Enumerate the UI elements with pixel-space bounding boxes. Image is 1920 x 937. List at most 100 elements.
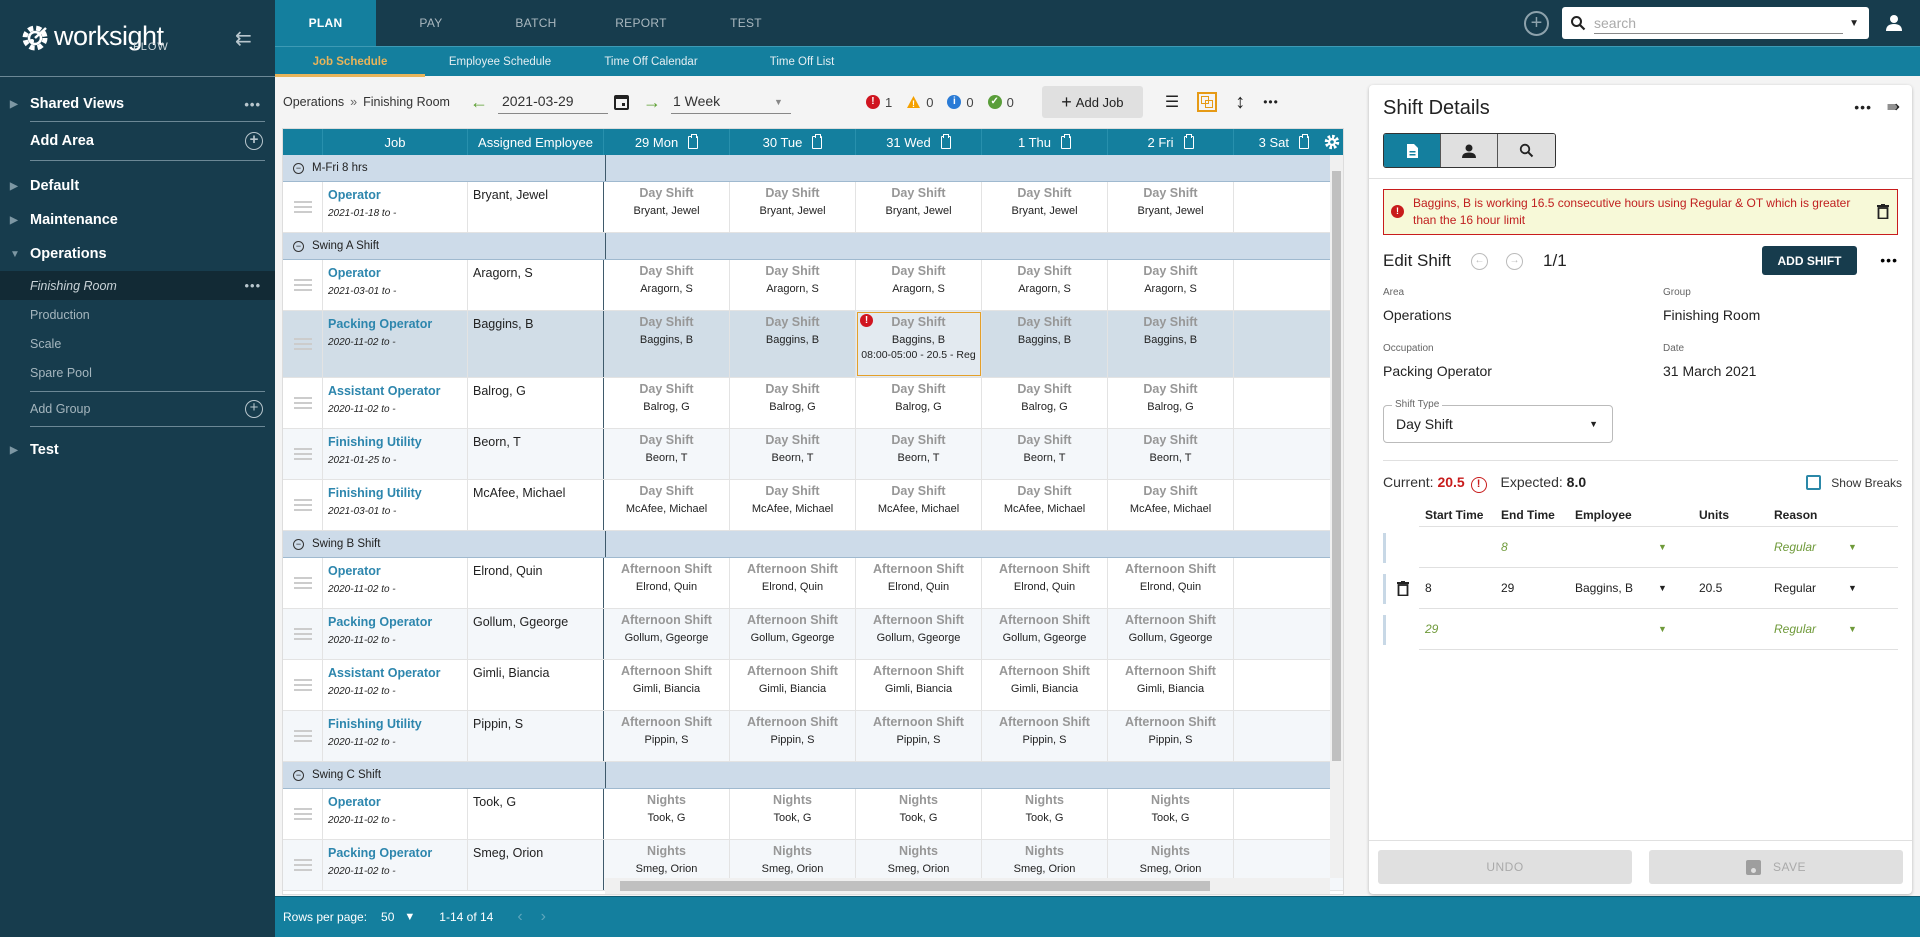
scroll-thumb[interactable] — [620, 881, 1210, 891]
header-day[interactable]: 30 Tue — [730, 129, 856, 155]
employee-cell[interactable]: Beorn, T — [468, 429, 604, 479]
header-day[interactable]: 31 Wed — [856, 129, 982, 155]
breadcrumb-item[interactable]: Operations — [283, 95, 344, 109]
header-job[interactable]: Job — [323, 129, 468, 155]
shift-cell-empty[interactable] — [1234, 378, 1339, 428]
shift-cell[interactable]: Day Shift Beorn, T — [1108, 429, 1234, 479]
job-cell[interactable]: Assistant Operator 2020-11-02 to - — [323, 378, 468, 428]
table-row[interactable]: Assistant Operator 2020-11-02 to - Balrog,… — [283, 378, 1343, 429]
tab-plan[interactable]: PLAN — [275, 0, 376, 46]
shift-cell[interactable]: Day Shift Aragorn, S — [1108, 260, 1234, 310]
prev-shift-icon[interactable]: ← — [1471, 252, 1489, 270]
vertical-scrollbar[interactable] — [1330, 155, 1343, 878]
employee-cell[interactable]: Gimli, Biancia — [468, 660, 604, 710]
tab-report[interactable]: REPORT — [591, 0, 691, 46]
job-cell[interactable]: Finishing Utility 2021-01-25 to - — [323, 429, 468, 479]
table-row[interactable]: Operator 2020-11-02 to - Elrond, Quin After… — [283, 558, 1343, 609]
shift-cell-empty[interactable] — [1234, 260, 1339, 310]
shift-cell-empty[interactable] — [1234, 182, 1339, 232]
group-header-row[interactable]: − Swing C Shift — [283, 762, 1343, 789]
add-shift-button[interactable]: ADD SHIFT — [1762, 246, 1857, 275]
shift-cell-empty[interactable] — [1234, 711, 1339, 761]
collapse-group-icon[interactable]: − — [293, 240, 304, 252]
group-header-row[interactable]: − Swing A Shift — [283, 233, 1343, 260]
shift-type-select[interactable]: Shift Type Day Shift ▼ — [1383, 399, 1613, 443]
drag-handle-icon[interactable] — [283, 429, 323, 479]
shift-cell[interactable]: Afternoon Shift Gollum, Ggeorge — [1108, 609, 1234, 659]
employee-cell[interactable]: Bryant, Jewel — [468, 182, 604, 232]
search-view-button[interactable] — [1498, 134, 1555, 167]
shift-cell[interactable]: Day Shift Baggins, B — [982, 311, 1108, 377]
reason-select[interactable]: Regular — [1768, 540, 1848, 554]
shift-cell[interactable]: Day Shift Balrog, G — [982, 378, 1108, 428]
tab-test[interactable]: TEST — [696, 0, 796, 46]
end-time-field[interactable]: 8 — [1495, 540, 1569, 554]
dropdown-arrow-icon[interactable]: ▼ — [1848, 542, 1868, 552]
drag-handle-icon[interactable] — [283, 609, 323, 659]
shift-cell[interactable]: Day Shift Aragorn, S — [604, 260, 730, 310]
shift-cell[interactable]: Day Shift Beorn, T — [604, 429, 730, 479]
calendar-icon[interactable] — [613, 94, 629, 110]
collapse-group-icon[interactable]: − — [293, 162, 304, 174]
units-field[interactable]: 20.5 — [1695, 581, 1768, 595]
job-cell[interactable]: Packing Operator 2020-11-02 to - — [323, 609, 468, 659]
dropdown-arrow-icon[interactable]: ▼ — [1658, 542, 1695, 552]
trash-icon[interactable] — [1877, 204, 1889, 219]
group-header-row[interactable]: − M-Fri 8 hrs — [283, 155, 1343, 182]
sidebar-item-operations[interactable]: ▼ Operations — [0, 237, 275, 271]
shift-cell[interactable]: Day Shift Baggins, B — [1108, 311, 1234, 377]
shift-cell[interactable]: Day Shift Bryant, Jewel — [730, 182, 856, 232]
horizontal-scrollbar[interactable] — [605, 878, 1330, 894]
shift-cell[interactable]: Day Shift Beorn, T — [730, 429, 856, 479]
details-view-button[interactable] — [1384, 134, 1441, 167]
tab-batch[interactable]: BATCH — [486, 0, 586, 46]
sidebar-group-production[interactable]: Production — [0, 300, 275, 329]
drag-handle-icon[interactable] — [283, 660, 323, 710]
subtab-employee-schedule[interactable]: Employee Schedule — [425, 47, 575, 76]
shift-cell[interactable]: Day Shift McAfee, Michael — [604, 480, 730, 530]
job-name[interactable]: Operator — [328, 188, 467, 202]
next-page-icon[interactable]: › — [541, 908, 546, 926]
job-name[interactable]: Assistant Operator — [328, 384, 467, 398]
more-icon[interactable]: ••• — [244, 97, 261, 112]
shift-cell[interactable]: Afternoon Shift Pippin, S — [856, 711, 982, 761]
job-cell[interactable]: Operator 2020-11-02 to - — [323, 789, 468, 839]
job-cell[interactable]: Packing Operator 2020-11-02 to - — [323, 311, 468, 377]
success-badge[interactable]: ✓ 0 — [987, 95, 1014, 110]
dropdown-arrow-icon[interactable]: ▼ — [1849, 18, 1859, 29]
drag-handle-icon[interactable] — [283, 260, 323, 310]
employee-cell[interactable]: Balrog, G — [468, 378, 604, 428]
drag-handle-icon[interactable] — [283, 378, 323, 428]
drag-handle-icon[interactable] — [283, 789, 323, 839]
table-row[interactable]: Packing Operator 2020-11-02 to - Baggins, … — [283, 311, 1343, 378]
collapse-panel-icon[interactable]: ⇛ — [1887, 97, 1900, 117]
shift-cell[interactable]: Day Shift McAfee, Michael — [856, 480, 982, 530]
date-field[interactable]: 2021-03-29 — [497, 91, 608, 114]
header-employee[interactable]: Assigned Employee — [468, 129, 604, 155]
start-time-field[interactable]: 8 — [1419, 581, 1495, 595]
prev-week-arrow-icon[interactable]: ← — [470, 92, 488, 113]
shift-cell[interactable]: Afternoon Shift Pippin, S — [982, 711, 1108, 761]
shift-cell[interactable]: Day Shift McAfee, Michael — [730, 480, 856, 530]
segment-row[interactable]: 29 ▼ Regular ▼ — [1383, 609, 1898, 650]
job-name[interactable]: Operator — [328, 795, 467, 809]
employee-cell[interactable]: Took, G — [468, 789, 604, 839]
shift-cell[interactable]: Afternoon Shift Gollum, Ggeorge — [730, 609, 856, 659]
job-name[interactable]: Operator — [328, 266, 467, 280]
more-icon[interactable]: ••• — [1854, 99, 1872, 115]
shift-cell[interactable]: Day Shift Aragorn, S — [730, 260, 856, 310]
subtab-time-off-list[interactable]: Time Off List — [727, 47, 877, 76]
segment-row[interactable]: 8 ▼ Regular ▼ — [1383, 527, 1898, 568]
header-day[interactable]: 2 Fri — [1108, 129, 1234, 155]
sidebar-group-scale[interactable]: Scale — [0, 329, 275, 358]
clipboard-icon[interactable] — [1183, 133, 1194, 149]
employee-cell[interactable]: Aragorn, S — [468, 260, 604, 310]
shift-cell-empty[interactable] — [1234, 480, 1339, 530]
layout-toggle-icon[interactable] — [1197, 92, 1218, 112]
shift-cell[interactable]: Day Shift McAfee, Michael — [982, 480, 1108, 530]
subtab-job-schedule[interactable]: Job Schedule — [275, 47, 425, 77]
employee-view-button[interactable] — [1441, 134, 1498, 167]
shift-cell[interactable]: Day Shift Baggins, B — [730, 311, 856, 377]
shift-cell[interactable]: Afternoon Shift Elrond, Quin — [1108, 558, 1234, 608]
job-name[interactable]: Packing Operator — [328, 615, 467, 629]
